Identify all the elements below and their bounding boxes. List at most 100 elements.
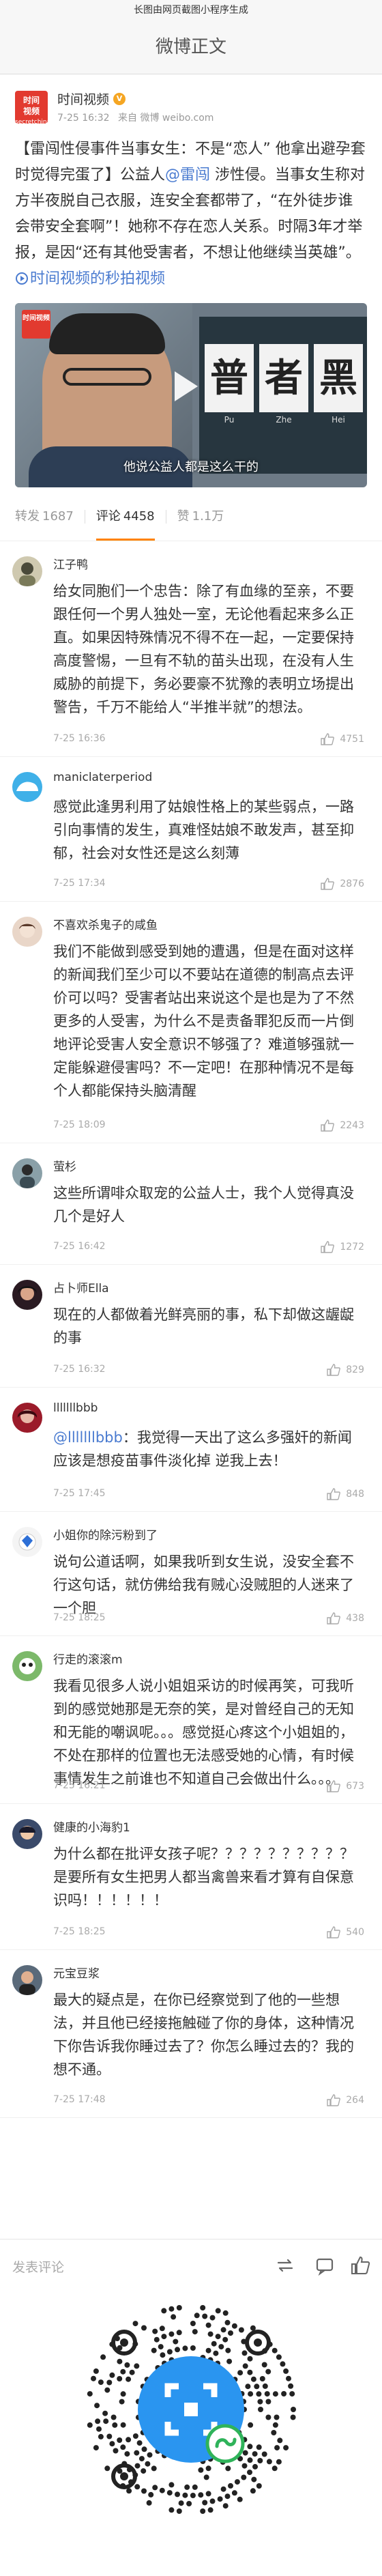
- tab-comments[interactable]: 评论 4458: [96, 493, 155, 541]
- comment-item: 萤杉 这些所谓啡众取宠的公益人士，我个人觉得真没几个是好人 7-25 16:42…: [0, 1143, 382, 1265]
- commenter-avatar[interactable]: [12, 1280, 42, 1310]
- thumbs-up-icon: [321, 733, 335, 745]
- qr-dot: [129, 2369, 135, 2375]
- commenter-name[interactable]: 小姐你的除污粉到了: [53, 1526, 158, 1543]
- qr-dot: [111, 2414, 117, 2420]
- tab-repost[interactable]: 转发 1687: [15, 493, 74, 541]
- commenter-avatar[interactable]: [12, 556, 42, 586]
- commenter-name[interactable]: 占卜师Ella: [53, 1278, 109, 1296]
- comment-like-button[interactable]: 264: [327, 2094, 364, 2106]
- commenter-name[interactable]: 元宝豆浆: [53, 1964, 100, 1981]
- qr-dot: [274, 2445, 280, 2451]
- author-avatar[interactable]: 时间 视频 secretchina: [15, 90, 50, 126]
- commenter-avatar[interactable]: [12, 772, 42, 802]
- qr-dot: [124, 2362, 130, 2368]
- comment-input[interactable]: 发表评论: [12, 2257, 64, 2276]
- comment-icon[interactable]: [314, 2255, 336, 2276]
- comment-text: 说句公道话啊，如果我听到女生说，没安全套不行这句话，就仿佛给我有贼心没贼胆的人迷…: [53, 1554, 354, 1616]
- comment-text: 感觉此逢男利用了姑娘性格上的某些弱点，一路引向事情的发生，真难怪姑娘不敢发声，甚…: [53, 799, 354, 861]
- qr-dot: [176, 2508, 182, 2514]
- commenter-name[interactable]: maniclaterperiod: [53, 771, 152, 784]
- qr-dot: [245, 2384, 251, 2390]
- video-player[interactable]: 普 者 黑 Pu Zhe Hei 时间视频 他说公益人都是这么干的: [15, 303, 367, 487]
- comment-like-button[interactable]: 829: [327, 1364, 364, 1376]
- commenter-avatar[interactable]: [12, 1527, 42, 1557]
- qr-dot: [198, 2492, 204, 2498]
- tab-comments-label: 评论: [96, 509, 121, 524]
- qr-dot: [271, 2347, 278, 2353]
- comment-mention[interactable]: @lllllllbbb: [53, 1429, 123, 1446]
- qr-dot: [217, 2496, 223, 2502]
- commenter-avatar[interactable]: [12, 1158, 42, 1188]
- qr-dot: [205, 2491, 211, 2497]
- comment-like-button[interactable]: 848: [327, 1488, 364, 1500]
- author-name[interactable]: 时间视频: [57, 89, 109, 108]
- comment-like-button[interactable]: 1272: [321, 1241, 364, 1253]
- qr-dot: [262, 2383, 268, 2389]
- qr-dot: [168, 2306, 175, 2312]
- play-icon[interactable]: [175, 371, 198, 401]
- comment-time: 7-25 18:09: [53, 1119, 106, 1130]
- comment-like-count: 264: [346, 2095, 364, 2106]
- qr-dot: [272, 2422, 278, 2428]
- qr-dot: [251, 2476, 257, 2482]
- comment-like-button[interactable]: 438: [327, 1612, 364, 1625]
- qr-dot: [190, 2345, 196, 2351]
- qr-dot: [102, 2410, 108, 2416]
- tab-likes[interactable]: 赞 1.1万: [177, 493, 224, 541]
- commenter-name[interactable]: 健康的小海豹1: [53, 1818, 130, 1835]
- video-link[interactable]: 时间视频的秒拍视频: [15, 270, 165, 287]
- qr-finder-dot: [120, 2338, 128, 2347]
- qr-dot: [203, 2474, 209, 2480]
- comment-item: 江子鸭 给女同胞们一个忠告：除了有血缘的至亲，不要跟任何一个男人独处一室，无论他…: [0, 541, 382, 757]
- comment-text: 我们不能做到感受到她的遭遇，但是在面对这样的新闻我们至少可以不要站在道德的制高点…: [53, 943, 354, 1099]
- post-author[interactable]: 时间 视频 secretchina 时间视频 V 7-25 16:32 来自 微…: [15, 89, 367, 126]
- qr-dot: [265, 2399, 271, 2405]
- qr-dot: [220, 2327, 226, 2333]
- qr-dot: [152, 2328, 158, 2334]
- comment-item: maniclaterperiod 感觉此逢男利用了姑娘性格上的某些弱点，一路引向…: [0, 757, 382, 902]
- commenter-avatar[interactable]: [12, 1403, 42, 1433]
- qr-dot: [200, 2305, 206, 2310]
- bottom-action-bar: 发表评论: [0, 2239, 382, 2294]
- commenter-name[interactable]: lllllllbbb: [53, 1401, 98, 1415]
- commenter-avatar[interactable]: [12, 1819, 42, 1849]
- like-icon[interactable]: [349, 2255, 371, 2276]
- qr-dot: [213, 2350, 219, 2356]
- comment-like-button[interactable]: 2876: [321, 878, 364, 890]
- comment-like-button[interactable]: 2243: [321, 1119, 364, 1132]
- qr-dot: [241, 2474, 247, 2480]
- comment-like-button[interactable]: 540: [327, 1926, 364, 1938]
- thumbs-up-icon: [327, 1612, 341, 1625]
- qr-dot: [256, 2483, 262, 2489]
- qr-dot: [261, 2451, 267, 2457]
- repost-icon[interactable]: [274, 2255, 296, 2276]
- comment-text: @lllllllbbb：我觉得一天出了这么多强奸的新闻 应该是想疫苗事件淡化掉 …: [53, 1426, 364, 1472]
- qr-dot: [126, 2437, 132, 2443]
- qr-dot: [291, 2407, 296, 2412]
- comment-like-button[interactable]: 4751: [321, 733, 364, 745]
- qr-dot: [194, 2313, 200, 2319]
- comment-item: 行走的滚滚m 我看见很多人说小姐姐采访的时候再笑，可我听到的感觉她那是无奈的笑，…: [0, 1636, 382, 1804]
- video-watermark-logo: 时间视频: [22, 310, 50, 339]
- qr-dot: [272, 2391, 278, 2397]
- commenter-name[interactable]: 不喜欢杀鬼子的咸鱼: [53, 915, 158, 932]
- commenter-avatar[interactable]: [12, 1965, 42, 1995]
- comment-like-count: 829: [346, 1364, 364, 1375]
- comment-like-button[interactable]: 673: [327, 1780, 364, 1792]
- qr-dot: [98, 2379, 104, 2386]
- qr-dot: [209, 2498, 216, 2504]
- qr-dot: [104, 2465, 111, 2472]
- qr-dot: [103, 2418, 109, 2424]
- commenter-avatar[interactable]: [12, 1651, 42, 1681]
- qr-dot: [276, 2354, 282, 2360]
- commenter-name[interactable]: 萤杉: [53, 1157, 76, 1174]
- qr-dot: [184, 2484, 190, 2490]
- commenter-name[interactable]: 行走的滚滚m: [53, 1650, 123, 1667]
- logo-sub: secretchina: [15, 118, 51, 126]
- commenter-avatar[interactable]: [12, 917, 42, 947]
- qr-dot: [225, 2465, 231, 2472]
- qr-dot: [218, 2344, 224, 2350]
- commenter-name[interactable]: 江子鸭: [53, 555, 88, 572]
- post-mention[interactable]: @雷闯: [165, 167, 210, 184]
